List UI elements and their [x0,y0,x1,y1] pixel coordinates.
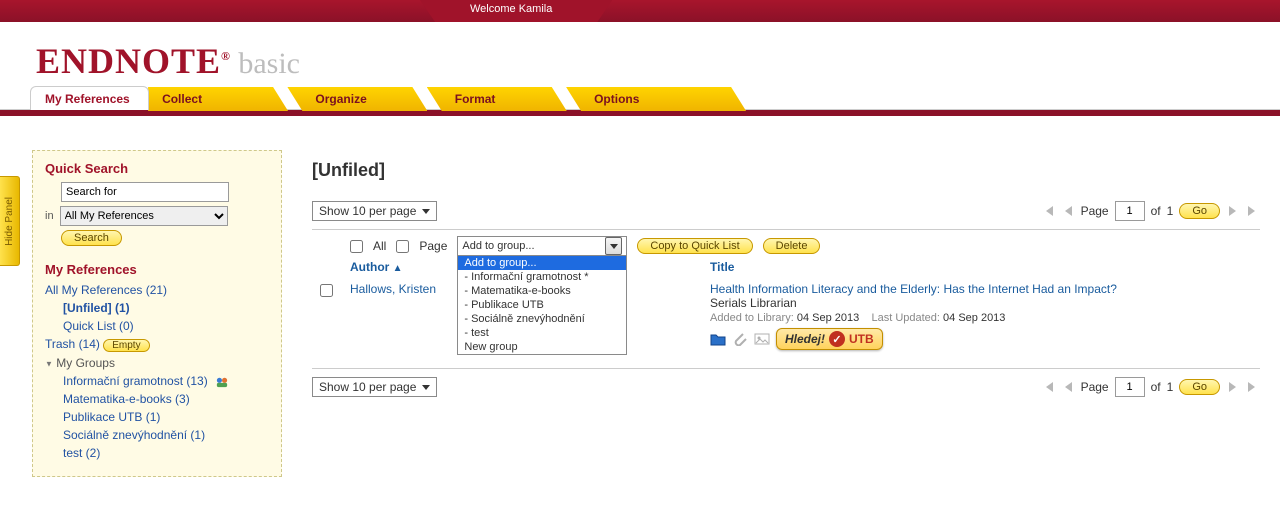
page-title: [Unfiled] [312,160,1260,181]
prev-page-icon[interactable] [1061,204,1075,218]
sidebar-group-2[interactable]: Publikace UTB (1) [63,410,160,424]
sidebar-quicklist[interactable]: Quick List (0) [63,319,134,333]
tab-my-references[interactable]: My References [30,86,149,110]
added-date: 04 Sep 2013 [797,312,859,324]
logo: ENDNOTE® basic [0,22,1280,86]
image-icon[interactable] [754,332,770,346]
updated-label: Last Updated: [871,312,940,324]
sidebar-trash[interactable]: Trash (14) [45,337,100,351]
sort-asc-icon: ▲ [393,263,403,274]
record-source: Serials Librarian [710,296,1260,310]
sidebar-group-3[interactable]: Sociálně znevýhodnění (1) [63,428,205,442]
table-header: Author ▲ Title [312,260,1260,276]
utb-swirl-icon: ✓ [829,331,845,347]
sidebar-group-4[interactable]: test (2) [63,446,100,460]
page-input-bottom[interactable] [1115,377,1145,397]
show-per-page-label: Show 10 per page [319,204,416,218]
sidebar-group-1[interactable]: Matematika-e-books (3) [63,392,190,406]
go-button-bottom[interactable]: Go [1179,379,1220,395]
welcome-tab: Welcome Kamila [420,0,612,22]
show-per-page-select-bottom[interactable]: Show 10 per page [312,377,437,397]
search-button[interactable]: Search [61,230,122,246]
dropdown-option[interactable]: - test [458,326,626,340]
chevron-down-icon [422,385,430,390]
chevron-down-icon [422,209,430,214]
tab-collect[interactable]: Collect [148,87,288,111]
tab-format[interactable]: Format [427,87,567,111]
pager-top: Page of 1 Go [1041,201,1260,221]
updated-date: 04 Sep 2013 [943,312,1005,324]
logo-sub: basic [238,47,300,80]
top-bar: Welcome Kamila [0,0,1280,22]
added-label: Added to Library: [710,312,794,324]
chevron-down-icon [610,244,618,249]
show-per-page-label: Show 10 per page [319,380,416,394]
sidebar-all-refs[interactable]: All My References (21) [45,283,167,297]
search-input[interactable] [61,182,229,202]
page-label: Page [1081,204,1109,218]
dropdown-option[interactable]: - Publikace UTB [458,298,626,312]
first-page-icon[interactable] [1041,204,1055,218]
search-scope-select[interactable]: All My References [60,206,228,226]
dropdown-selected: Add to group... [462,240,534,252]
attachment-icon[interactable] [732,332,748,346]
of-label: of [1151,380,1161,394]
add-to-group-dropdown[interactable]: Add to group... Add to group... - Inform… [457,236,627,256]
in-label: in [45,210,54,222]
select-all-label: All [373,239,386,253]
sidebar: Quick Search in All My References Search… [32,150,282,477]
dropdown-option[interactable]: - Informační gramotnost * [458,270,626,284]
tab-options[interactable]: Options [566,87,746,111]
shared-icon [215,376,229,388]
hledej-button[interactable]: Hledej! ✓ UTB [776,328,883,350]
dropdown-option[interactable]: - Sociálně znevýhodnění [458,312,626,326]
last-page-icon[interactable] [1246,204,1260,218]
logo-reg: ® [221,49,231,63]
main-content: [Unfiled] Show 10 per page Page of 1 Go … [282,146,1280,477]
next-page-icon[interactable] [1226,380,1240,394]
prev-page-icon[interactable] [1061,380,1075,394]
dropdown-option[interactable]: New group [458,340,626,354]
record-title-link[interactable]: Health Information Literacy and the Elde… [710,282,1117,296]
triangle-down-icon: ▼ [45,359,53,368]
pager-bottom: Page of 1 Go [1041,377,1260,397]
nav-tabs: My References Collect Organize Format Op… [0,86,1280,110]
hledej-label: Hledej! [785,332,825,346]
dropdown-option[interactable]: - Matematika-e-books [458,284,626,298]
row-checkbox[interactable] [320,284,333,297]
page-total: 1 [1167,204,1174,218]
hide-panel-button[interactable]: Hide Panel [0,176,20,266]
quick-search-title: Quick Search [45,161,269,176]
col-title[interactable]: Title [710,260,734,274]
hide-panel-label: Hide Panel [4,197,15,246]
last-page-icon[interactable] [1246,380,1260,394]
folder-icon[interactable] [710,332,726,346]
page-total: 1 [1167,380,1174,394]
logo-text: ENDNOTE [36,41,221,81]
of-label: of [1151,204,1161,218]
my-references-title: My References [45,262,269,277]
copy-to-quicklist-button[interactable]: Copy to Quick List [637,238,752,254]
select-all-checkbox[interactable] [350,240,363,253]
utb-label: UTB [849,332,874,346]
col-author[interactable]: Author [350,260,389,274]
page-input[interactable] [1115,201,1145,221]
show-per-page-select[interactable]: Show 10 per page [312,201,437,221]
page-label: Page [1081,380,1109,394]
first-page-icon[interactable] [1041,380,1055,394]
empty-trash-button[interactable]: Empty [103,339,149,352]
table-row: Hallows, Kristen Health Information Lite… [312,276,1260,350]
next-page-icon[interactable] [1226,204,1240,218]
tab-organize[interactable]: Organize [287,87,427,111]
sidebar-unfiled[interactable]: [Unfiled] (1) [63,301,130,315]
sidebar-group-0[interactable]: Informační gramotnost (13) [63,374,208,388]
select-page-label: Page [419,239,447,253]
select-page-checkbox[interactable] [396,240,409,253]
my-groups-header: My Groups [56,356,115,370]
delete-button[interactable]: Delete [763,238,821,254]
dropdown-option[interactable]: Add to group... [458,256,626,270]
dropdown-list: Add to group... - Informační gramotnost … [457,255,627,355]
go-button[interactable]: Go [1179,203,1220,219]
